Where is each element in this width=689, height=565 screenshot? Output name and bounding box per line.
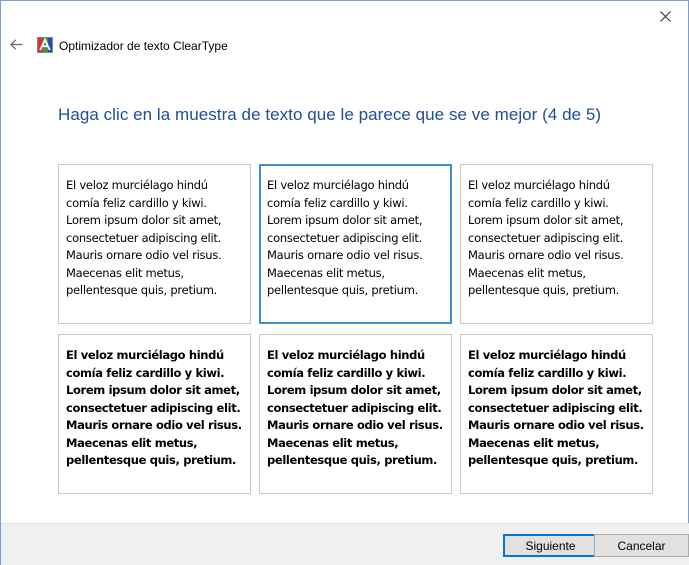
sample-text: El veloz murciélago hindú comía feliz ca… (468, 348, 644, 467)
text-sample-1[interactable]: El veloz murciélago hindú comía feliz ca… (58, 164, 251, 324)
close-icon (659, 10, 671, 22)
cleartype-icon (37, 37, 53, 53)
sample-text: El veloz murciélago hindú comía feliz ca… (66, 178, 222, 297)
close-button[interactable] (642, 1, 688, 31)
text-sample-6[interactable]: El veloz murciélago hindú comía feliz ca… (460, 334, 653, 494)
wizard-title: Optimizador de texto ClearType (59, 39, 228, 53)
text-sample-3[interactable]: El veloz murciélago hindú comía feliz ca… (460, 164, 653, 324)
wizard-footer: Siguiente Cancelar (1, 523, 689, 565)
text-sample-2[interactable]: El veloz murciélago hindú comía feliz ca… (259, 164, 452, 324)
sample-text: El veloz murciélago hindú comía feliz ca… (66, 348, 242, 467)
back-button[interactable] (7, 35, 25, 53)
cleartype-tuner-window: Optimizador de texto ClearType Haga clic… (0, 0, 689, 565)
text-sample-4[interactable]: El veloz murciélago hindú comía feliz ca… (58, 334, 251, 494)
text-sample-5[interactable]: El veloz murciélago hindú comía feliz ca… (259, 334, 452, 494)
sample-text: El veloz murciélago hindú comía feliz ca… (468, 178, 624, 297)
sample-text: El veloz murciélago hindú comía feliz ca… (267, 178, 423, 297)
back-arrow-icon (9, 38, 22, 50)
cancel-button[interactable]: Cancelar (594, 534, 689, 557)
wizard-header: Optimizador de texto ClearType (1, 31, 688, 61)
sample-text: El veloz murciélago hindú comía feliz ca… (267, 348, 443, 467)
next-button[interactable]: Siguiente (503, 534, 598, 557)
instruction-heading: Haga clic en la muestra de texto que le … (58, 105, 602, 124)
